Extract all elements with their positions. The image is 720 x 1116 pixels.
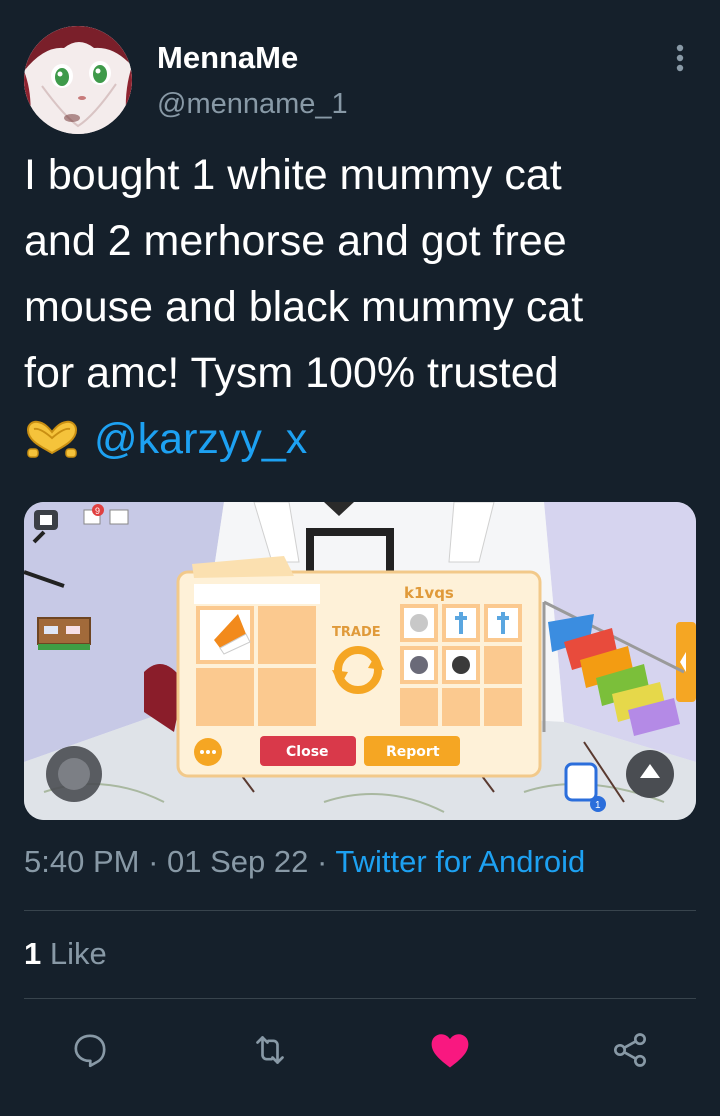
like-label: Like [41,936,107,971]
tweet-date: 01 Sep 22 [167,844,309,879]
report-trade-button: Report [386,744,440,760]
share-icon[interactable] [608,1028,652,1072]
tweet-media-image[interactable]: 9 1 k1vqs TRADE Close Report [24,502,696,820]
tweet-text-line: @karzyy_x [24,406,704,478]
heart-filled-icon[interactable] [428,1028,472,1072]
display-name[interactable]: MennaMe [157,40,298,76]
mention-link[interactable]: @karzyy_x [94,415,307,463]
tweet-time: 5:40 PM [24,844,140,879]
close-trade-button: Close [286,744,329,760]
tweet-text-line: I bought 1 white mummy cat [24,151,562,199]
heart-hands-emoji-icon [24,412,80,478]
retweet-icon[interactable] [248,1028,292,1072]
reply-icon[interactable] [68,1028,112,1072]
meta-separator: · [139,844,168,879]
trade-label: TRADE [332,625,381,640]
notification-count: 1 [595,800,601,811]
trade-player-name: k1vqs [404,584,454,602]
like-count-row[interactable]: 1 Like [24,936,107,972]
avatar[interactable] [24,26,132,134]
tweet-meta: 5:40 PM · 01 Sep 22 · Twitter for Androi… [24,844,585,880]
chat-badge-count: 9 [95,506,100,516]
tweet-source-link[interactable]: Twitter for Android [335,844,585,879]
tweet-text-line: mouse and black mummy cat [24,283,584,331]
tweet-text: I bought 1 white mummy cat and 2 merhors… [24,142,704,478]
like-count: 1 [24,936,42,971]
user-handle[interactable]: @menname_1 [157,88,348,121]
more-vertical-icon[interactable] [666,40,694,76]
divider [24,910,696,911]
tweet-text-line: and 2 merhorse and got free [24,217,567,265]
divider [24,998,696,999]
tweet-text-line: for amc! Tysm 100% trusted [24,349,559,397]
avatar-image [24,26,132,134]
meta-separator: · [308,844,336,879]
